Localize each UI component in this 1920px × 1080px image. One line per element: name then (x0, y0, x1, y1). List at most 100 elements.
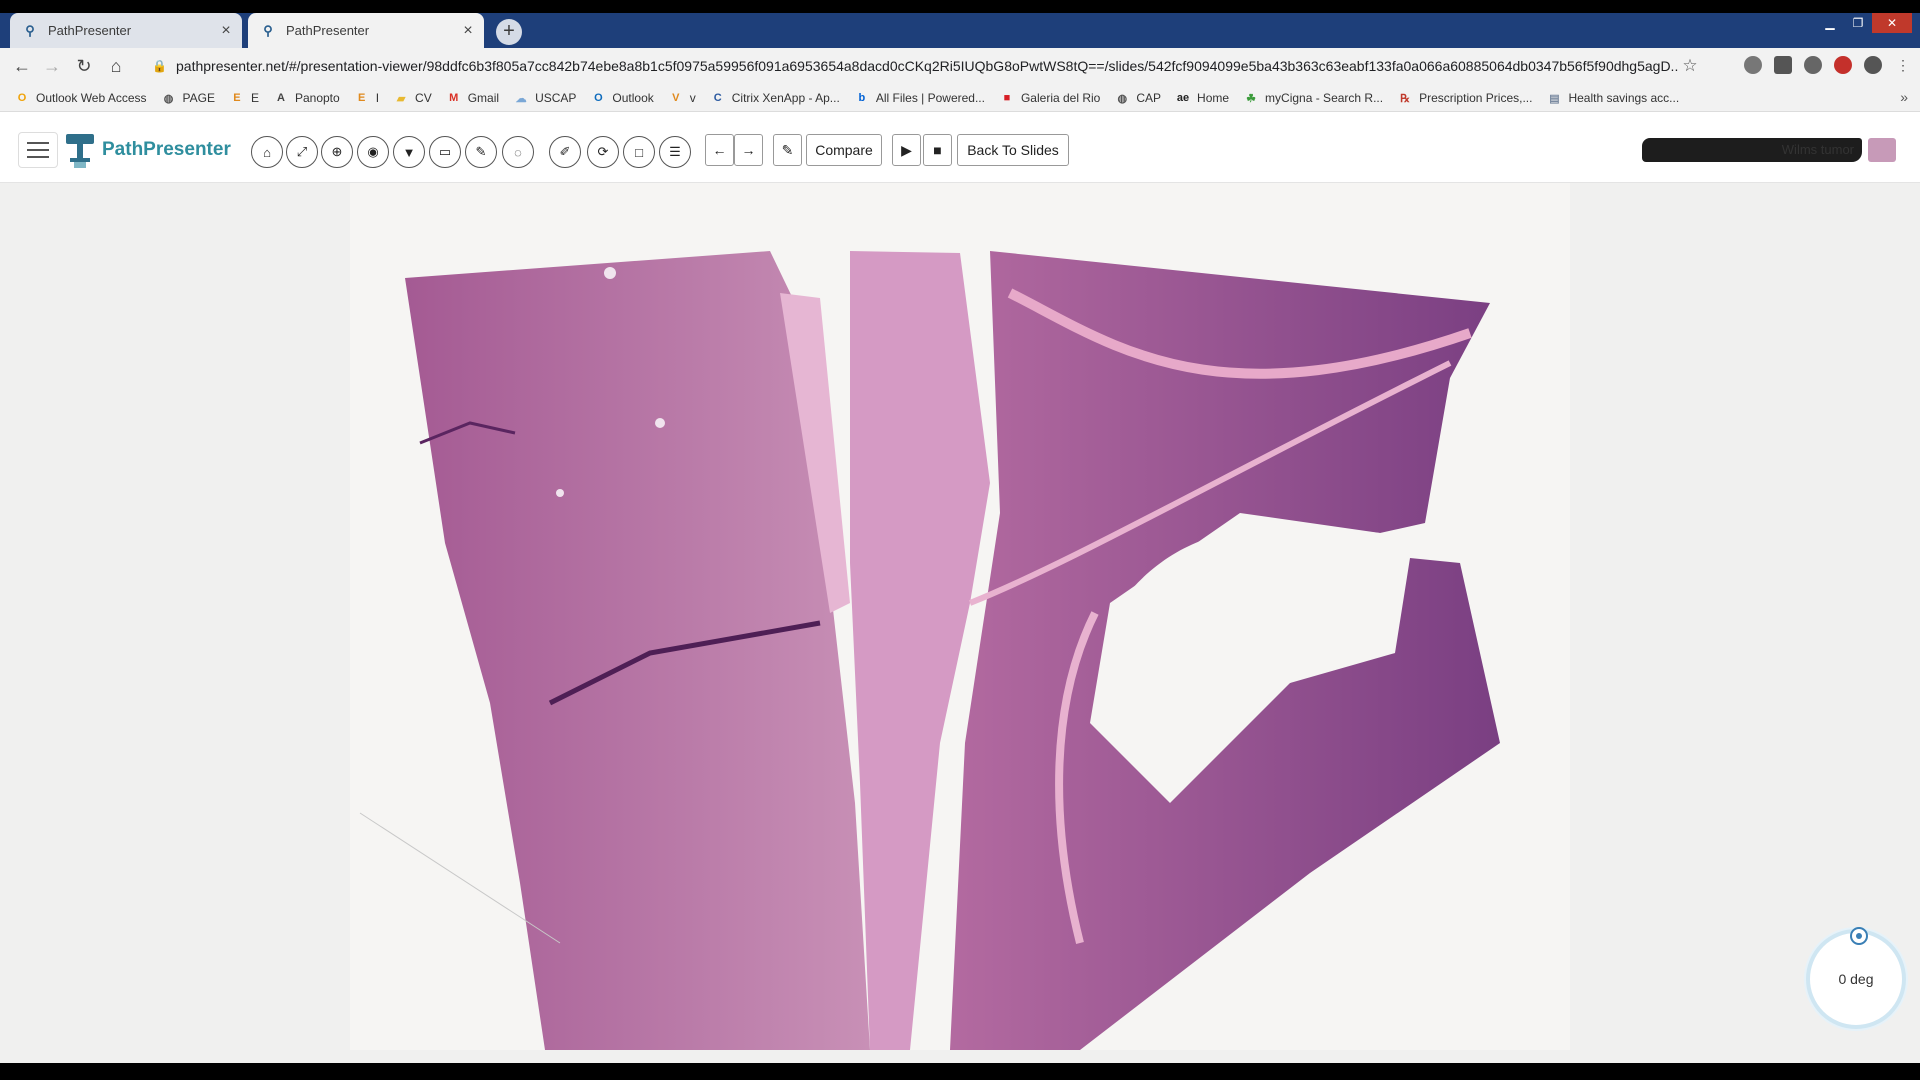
bookmark-star-icon[interactable]: ☆ (1678, 56, 1702, 76)
bookmark-label: Outlook Web Access (36, 91, 147, 105)
rectangle-button[interactable]: □ (623, 136, 655, 168)
previous-slide-button[interactable]: ← (705, 134, 734, 166)
bookmark-item[interactable]: ℞ Prescription Prices,... (1397, 90, 1532, 106)
bookmark-item[interactable]: ▤ Health savings acc... (1546, 90, 1679, 106)
square-icon: ■ (1003, 92, 1011, 104)
bookmark-label: CAP (1136, 91, 1162, 105)
pathpresenter-favicon-icon: ⚲ (25, 22, 35, 38)
minimize-icon[interactable]: ▁ (1816, 13, 1844, 33)
cigna-icon: ☘ (1246, 92, 1256, 105)
bookmark-label: Gmail (467, 91, 500, 105)
slide-thumbnail[interactable] (1868, 138, 1896, 162)
browser-tab-2[interactable]: ⚲ PathPresenter × (248, 13, 484, 48)
e-icon: E (358, 92, 366, 104)
annotate-button[interactable]: ✐ (549, 136, 581, 168)
zoom-button[interactable]: ⊕ (321, 136, 353, 168)
bookmark-item[interactable]: ▰ CV (393, 90, 432, 106)
bookmark-label: Galeria del Rio (1020, 91, 1101, 105)
hamburger-menu-icon[interactable] (18, 132, 58, 168)
back-to-slides-button[interactable]: Back To Slides (957, 134, 1069, 166)
close-window-icon[interactable]: ✕ (1872, 13, 1912, 33)
address-bar[interactable]: 🔒 pathpresenter.net/#/presentation-viewe… (142, 51, 1702, 81)
lasso-button[interactable]: ◌ (502, 136, 534, 168)
e-icon: E (233, 92, 241, 104)
forward-arrow-icon[interactable]: → (40, 54, 64, 78)
back-arrow-icon[interactable]: ← (10, 54, 34, 78)
app-name: PathPresenter (102, 139, 231, 160)
bookmark-label: E (250, 91, 259, 105)
bookmark-item[interactable]: ae Home (1175, 90, 1229, 106)
extension-icon[interactable] (1774, 56, 1792, 74)
list-button[interactable]: ☰ (659, 136, 691, 168)
box-icon: b (858, 92, 866, 104)
microscope-logo-icon (64, 130, 96, 170)
rotation-dial[interactable]: 0 deg (1806, 927, 1906, 1029)
profile-icon[interactable] (1864, 56, 1882, 74)
bookmark-label: USCAP (535, 91, 577, 105)
bottom-bar (0, 1063, 1920, 1080)
filter-button[interactable]: ▼ (393, 136, 425, 168)
rx-icon: ℞ (1400, 92, 1411, 105)
home-view-button[interactable]: ⌂ (251, 136, 283, 168)
close-tab-icon[interactable]: × (458, 22, 478, 40)
bookmark-label: Health savings acc... (1568, 91, 1680, 105)
bookmark-label: All Files | Powered... (875, 91, 985, 105)
attachment-button[interactable]: ✎ (773, 134, 802, 166)
new-tab-button[interactable]: + (496, 19, 522, 45)
rotation-handle-icon[interactable] (1850, 927, 1868, 945)
bookmark-item[interactable]: Vv (668, 90, 696, 106)
fullscreen-button[interactable]: ⤢ (286, 136, 318, 168)
monitor-button[interactable]: ▭ (429, 136, 461, 168)
app-logo[interactable]: PathPresenter (64, 130, 231, 170)
bookmark-item[interactable]: A Panopto (273, 90, 340, 106)
pen-button[interactable]: ✎ (465, 136, 497, 168)
bookmark-item[interactable]: EI (354, 90, 379, 106)
close-tab-icon[interactable]: × (216, 22, 236, 40)
compare-button[interactable]: Compare (806, 134, 882, 166)
cloud-icon: ☁ (515, 92, 527, 105)
window-controls: ▁ ❐ ✕ (1816, 13, 1912, 35)
restore-icon[interactable]: ❐ (1844, 13, 1872, 33)
extension-icon[interactable] (1804, 56, 1822, 74)
bookmark-label: Prescription Prices,... (1419, 91, 1533, 105)
app-header: PathPresenter ⌂ ⤢ ⊕ ◉ ▼ ▭ ✎ ◌ ✐ ⟳ □ ☰ ← … (0, 112, 1920, 183)
browser-tab-1[interactable]: ⚲ PathPresenter × (10, 13, 242, 48)
home-icon[interactable]: ⌂ (104, 54, 128, 78)
bookmark-label: PAGE (182, 91, 215, 105)
bookmark-label: v (689, 91, 696, 105)
bookmark-item[interactable]: ■ Galeria del Rio (999, 90, 1101, 106)
rotate-button[interactable]: ⟳ (587, 136, 619, 168)
bookmark-item[interactable]: ◍ CAP (1114, 90, 1162, 106)
bookmark-item[interactable]: M Gmail (446, 90, 499, 106)
bookmark-item[interactable]: O Outlook (590, 90, 654, 106)
redacted-block: Wilms tumor (1642, 138, 1862, 162)
bookmark-item[interactable]: ☘ myCigna - Search R... (1243, 90, 1383, 106)
stop-button[interactable]: ■ (923, 134, 952, 166)
bookmarks-overflow-icon[interactable]: » (1900, 89, 1908, 105)
camera-button[interactable]: ◉ (357, 136, 389, 168)
video-button[interactable]: ▶ (892, 134, 921, 166)
browser-toolbar: ← → ↻ ⌂ 🔒 pathpresenter.net/#/presentati… (0, 48, 1920, 85)
menu-kebab-icon[interactable]: ⋮ (1894, 56, 1912, 74)
bookmark-label: Panopto (294, 91, 340, 105)
bookmark-item[interactable]: C Citrix XenApp - Ap... (710, 90, 840, 106)
url-text[interactable]: pathpresenter.net/#/presentation-viewer/… (176, 58, 1678, 74)
next-slide-button[interactable]: → (734, 134, 763, 166)
reload-icon[interactable]: ↻ (72, 54, 96, 78)
bookmark-item[interactable]: ☁ USCAP (513, 90, 577, 106)
bookmark-item[interactable]: O Outlook Web Access (14, 90, 147, 106)
globe-icon: ◍ (163, 92, 174, 105)
bookmark-item[interactable]: EE (229, 90, 259, 106)
panopto-icon: A (277, 92, 285, 104)
adblock-icon[interactable] (1834, 56, 1852, 74)
bookmark-item[interactable]: ◍ PAGE (161, 90, 215, 106)
rotation-label: 0 deg (1838, 971, 1874, 987)
user-area: Wilms tumor (1642, 138, 1896, 162)
bookmark-label: CV (415, 91, 432, 105)
citrix-icon: C (713, 92, 722, 104)
bookmark-item[interactable]: b All Files | Powered... (854, 90, 985, 106)
slide-image[interactable] (350, 183, 1570, 1050)
slide-viewer[interactable]: 0 deg (0, 183, 1920, 1063)
extension-icon[interactable] (1744, 56, 1762, 74)
bookmark-label: Home (1197, 91, 1230, 105)
